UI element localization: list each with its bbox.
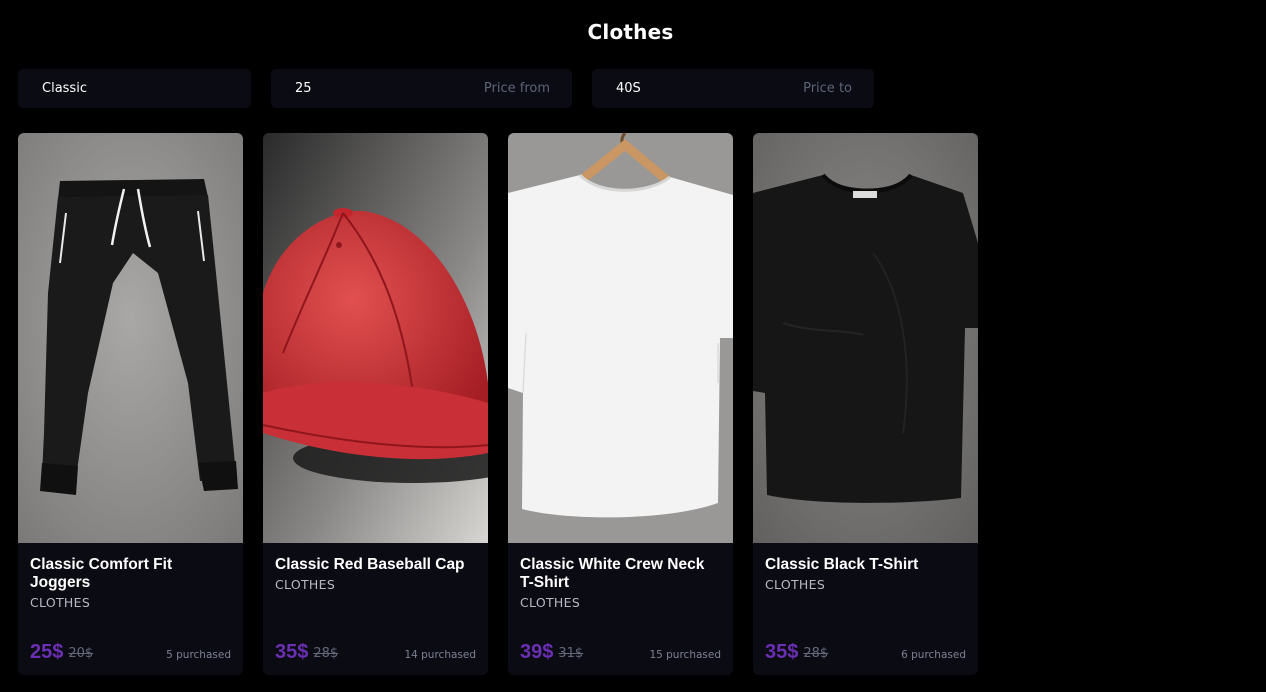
price-from-input[interactable] — [295, 81, 484, 96]
product-image-joggers[interactable] — [18, 133, 243, 543]
product-old-price: 20$ — [68, 646, 94, 661]
product-footer: 25$ 20$ 5 purchased — [30, 639, 231, 663]
product-name[interactable]: Classic Comfort Fit Joggers — [30, 556, 231, 592]
product-card[interactable]: Classic White Crew Neck T-Shirt CLOTHES … — [508, 133, 733, 675]
price-from-filter[interactable]: Price from — [271, 69, 572, 108]
product-old-price: 28$ — [313, 646, 339, 661]
product-category: CLOTHES — [275, 577, 336, 592]
product-card[interactable]: Classic Red Baseball Cap CLOTHES 35$ 28$… — [263, 133, 488, 675]
product-price: 35$ — [765, 641, 799, 663]
price-from-label: Price from — [483, 81, 550, 96]
product-image-black-tshirt[interactable] — [753, 133, 978, 543]
product-info: Classic Red Baseball Cap CLOTHES 35$ 28$… — [263, 543, 488, 675]
price-to-input[interactable] — [616, 81, 804, 96]
product-old-price: 31$ — [558, 646, 584, 661]
product-category: CLOTHES — [765, 577, 826, 592]
product-info: Classic White Crew Neck T-Shirt CLOTHES … — [508, 543, 733, 675]
product-name[interactable]: Classic Black T-Shirt — [765, 556, 966, 574]
product-purchased-count: 6 purchased — [901, 649, 966, 661]
price-to-label: Price to — [803, 81, 852, 96]
product-purchased-count: 14 purchased — [404, 649, 476, 661]
joggers-image — [18, 133, 243, 543]
product-name[interactable]: Classic Red Baseball Cap — [275, 556, 476, 574]
product-price: 35$ — [275, 641, 309, 663]
product-footer: 35$ 28$ 14 purchased — [275, 639, 476, 663]
white-tshirt-image — [508, 133, 733, 543]
page-title: Clothes — [587, 20, 674, 44]
clothes-page: Clothes Price from Price to — [0, 0, 1266, 692]
product-footer: 39$ 31$ 15 purchased — [520, 639, 721, 663]
product-old-price: 28$ — [803, 646, 829, 661]
product-info: Classic Black T-Shirt CLOTHES 35$ 28$ 6 … — [753, 543, 978, 675]
cap-image — [263, 133, 488, 543]
product-price: 39$ — [520, 641, 554, 663]
product-name[interactable]: Classic White Crew Neck T-Shirt — [520, 556, 721, 592]
product-image-white-tshirt[interactable] — [508, 133, 733, 543]
black-tshirt-image — [753, 133, 978, 543]
search-filter[interactable] — [18, 69, 251, 108]
product-category: CLOTHES — [520, 595, 581, 610]
product-image-cap[interactable] — [263, 133, 488, 543]
product-card[interactable]: Classic Black T-Shirt CLOTHES 35$ 28$ 6 … — [753, 133, 978, 675]
price-to-filter[interactable]: Price to — [592, 69, 874, 108]
product-purchased-count: 15 purchased — [649, 649, 721, 661]
search-input[interactable] — [42, 81, 229, 96]
product-info: Classic Comfort Fit Joggers CLOTHES 25$ … — [18, 543, 243, 675]
product-purchased-count: 5 purchased — [166, 649, 231, 661]
product-category: CLOTHES — [30, 595, 91, 610]
product-card[interactable]: Classic Comfort Fit Joggers CLOTHES 25$ … — [18, 133, 243, 675]
product-price: 25$ — [30, 641, 64, 663]
product-footer: 35$ 28$ 6 purchased — [765, 639, 966, 663]
